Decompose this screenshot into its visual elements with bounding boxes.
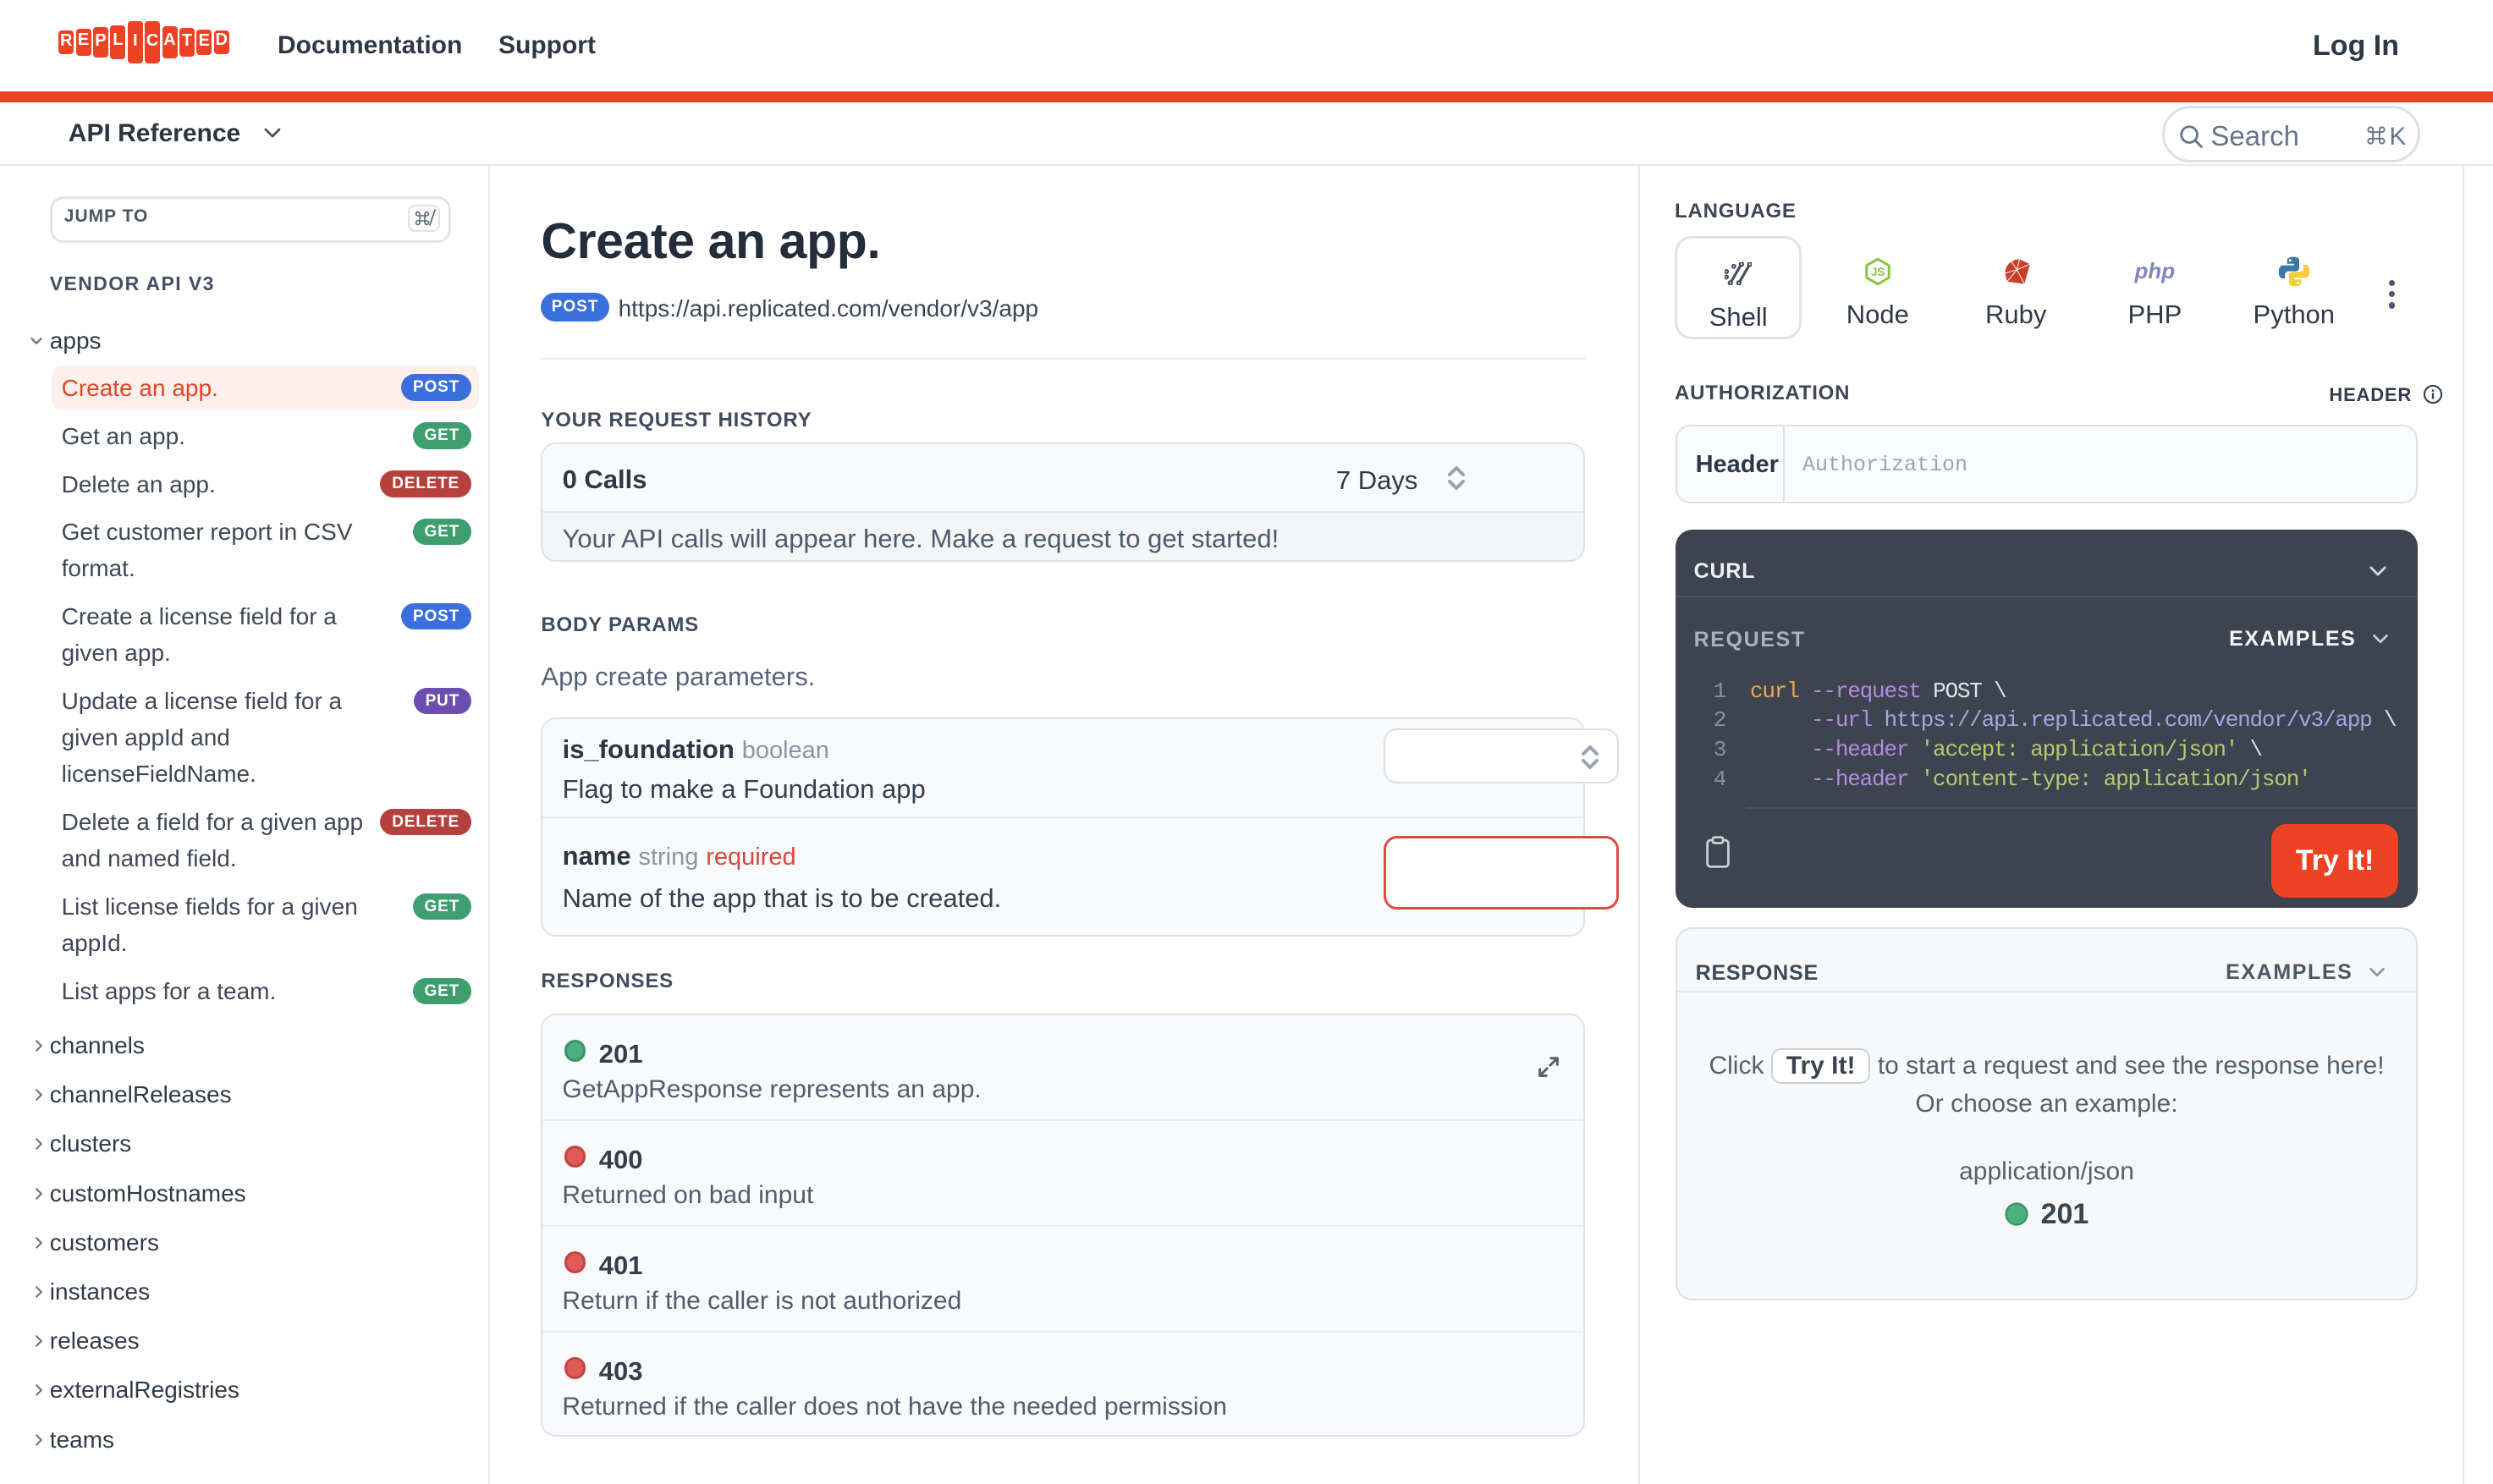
svg-text:JS: JS bbox=[1871, 266, 1885, 278]
